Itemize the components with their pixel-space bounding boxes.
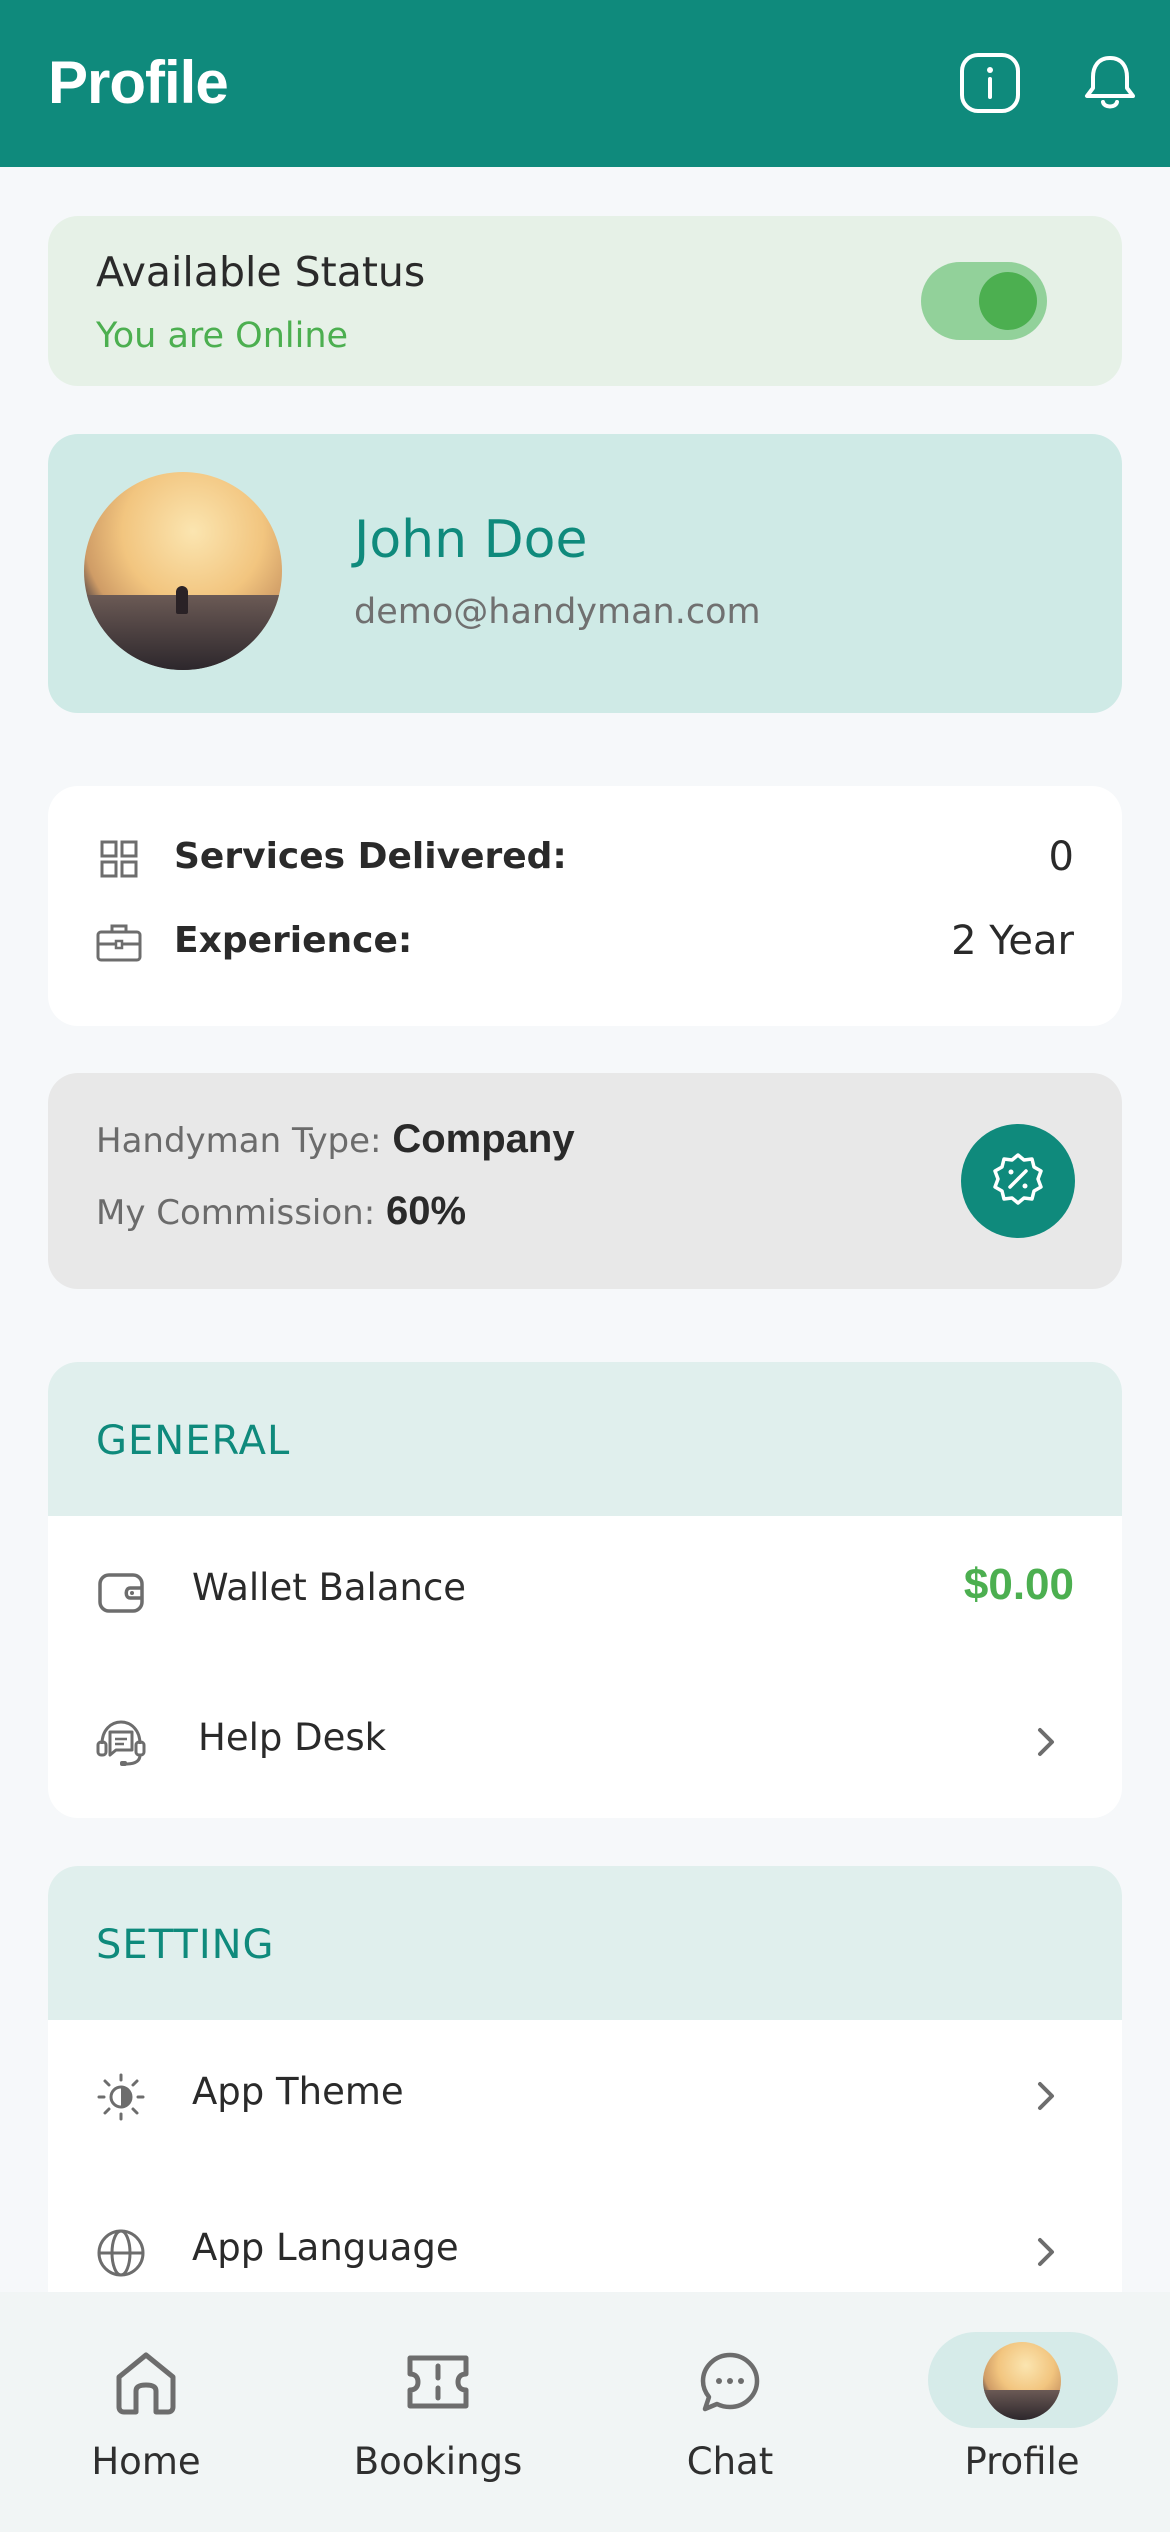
bottom-navigation: Home Bookings Chat Profile <box>0 2292 1170 2532</box>
headset-chat-icon <box>96 1720 146 1766</box>
app-language-label: App Language <box>192 2226 459 2269</box>
wallet-balance-item[interactable]: Wallet Balance $0.00 <box>48 1516 1122 1666</box>
nav-profile-avatar <box>983 2342 1061 2420</box>
nav-home[interactable]: Home <box>0 2292 292 2532</box>
handyman-type-card: Handyman Type: Company My Commission: 60… <box>48 1073 1122 1289</box>
nav-bookings-label: Bookings <box>353 2440 523 2483</box>
services-delivered-label: Services Delivered: <box>174 836 567 877</box>
online-status-text: You are Online <box>96 316 349 356</box>
services-delivered-value: 0 <box>1048 834 1074 880</box>
available-status-label: Available Status <box>96 248 426 296</box>
chevron-right-icon <box>1038 2238 1054 2266</box>
app-bar: Profile <box>0 0 1170 167</box>
handyman-type-label: Handyman Type: <box>96 1121 393 1161</box>
globe-icon <box>97 2229 145 2277</box>
general-section-title: GENERAL <box>96 1418 291 1464</box>
commission-label: My Commission: <box>96 1193 386 1233</box>
briefcase-icon <box>96 924 142 962</box>
chat-icon <box>700 2352 760 2412</box>
home-icon <box>116 2352 176 2415</box>
avatar <box>84 472 282 670</box>
setting-section-title: SETTING <box>96 1922 275 1968</box>
handyman-type-line: Handyman Type: Company <box>96 1117 575 1162</box>
discount-badge-icon <box>993 1153 1043 1205</box>
nav-profile[interactable]: Profile <box>876 2292 1168 2532</box>
chevron-right-icon <box>1038 1728 1054 1756</box>
nav-home-label: Home <box>91 2440 201 2483</box>
help-desk-label: Help Desk <box>198 1716 387 1759</box>
handyman-type-value: Company <box>392 1117 575 1161</box>
grid-icon <box>100 840 138 878</box>
theme-icon <box>97 2073 145 2121</box>
help-desk-item[interactable]: Help Desk <box>48 1666 1122 1816</box>
general-section-header: GENERAL <box>48 1362 1122 1516</box>
bell-icon <box>1085 56 1135 109</box>
nav-chat-label: Chat <box>686 2440 774 2483</box>
wallet-balance-value: $0.00 <box>963 1560 1074 1609</box>
wallet-balance-label: Wallet Balance <box>192 1566 467 1609</box>
profile-name: John Doe <box>354 510 588 570</box>
experience-row: Experience: 2 Year <box>48 912 1122 972</box>
nav-chat[interactable]: Chat <box>584 2292 876 2532</box>
setting-section-header: SETTING <box>48 1866 1122 2020</box>
nav-profile-label: Profile <box>964 2440 1080 2483</box>
info-button[interactable] <box>957 50 1023 116</box>
app-theme-item[interactable]: App Theme <box>48 2020 1122 2176</box>
wallet-icon <box>98 1573 144 1613</box>
nav-bookings[interactable]: Bookings <box>292 2292 584 2532</box>
profile-email: demo@handyman.com <box>354 592 761 632</box>
commission-value: 60% <box>385 1189 467 1233</box>
commission-badge <box>961 1124 1075 1238</box>
services-delivered-row: Services Delivered: 0 <box>48 828 1122 888</box>
availability-toggle[interactable] <box>921 262 1047 340</box>
notifications-button[interactable] <box>1077 50 1143 116</box>
page-title: Profile <box>48 49 229 116</box>
chevron-right-icon <box>1038 2082 1054 2110</box>
profile-card[interactable]: John Doe demo@handyman.com <box>48 434 1122 713</box>
ticket-icon <box>407 2355 469 2409</box>
experience-value: 2 Year <box>951 918 1074 964</box>
general-section: GENERAL Wallet Balance $0.00 Help Desk <box>48 1362 1122 1818</box>
info-icon <box>960 53 1020 113</box>
experience-label: Experience: <box>174 920 413 961</box>
app-theme-label: App Theme <box>192 2070 404 2113</box>
available-status-card: Available Status You are Online <box>48 216 1122 386</box>
stats-card: Services Delivered: 0 Experience: 2 Year <box>48 786 1122 1026</box>
commission-line: My Commission: 60% <box>96 1189 466 1234</box>
toggle-knob <box>979 272 1037 330</box>
